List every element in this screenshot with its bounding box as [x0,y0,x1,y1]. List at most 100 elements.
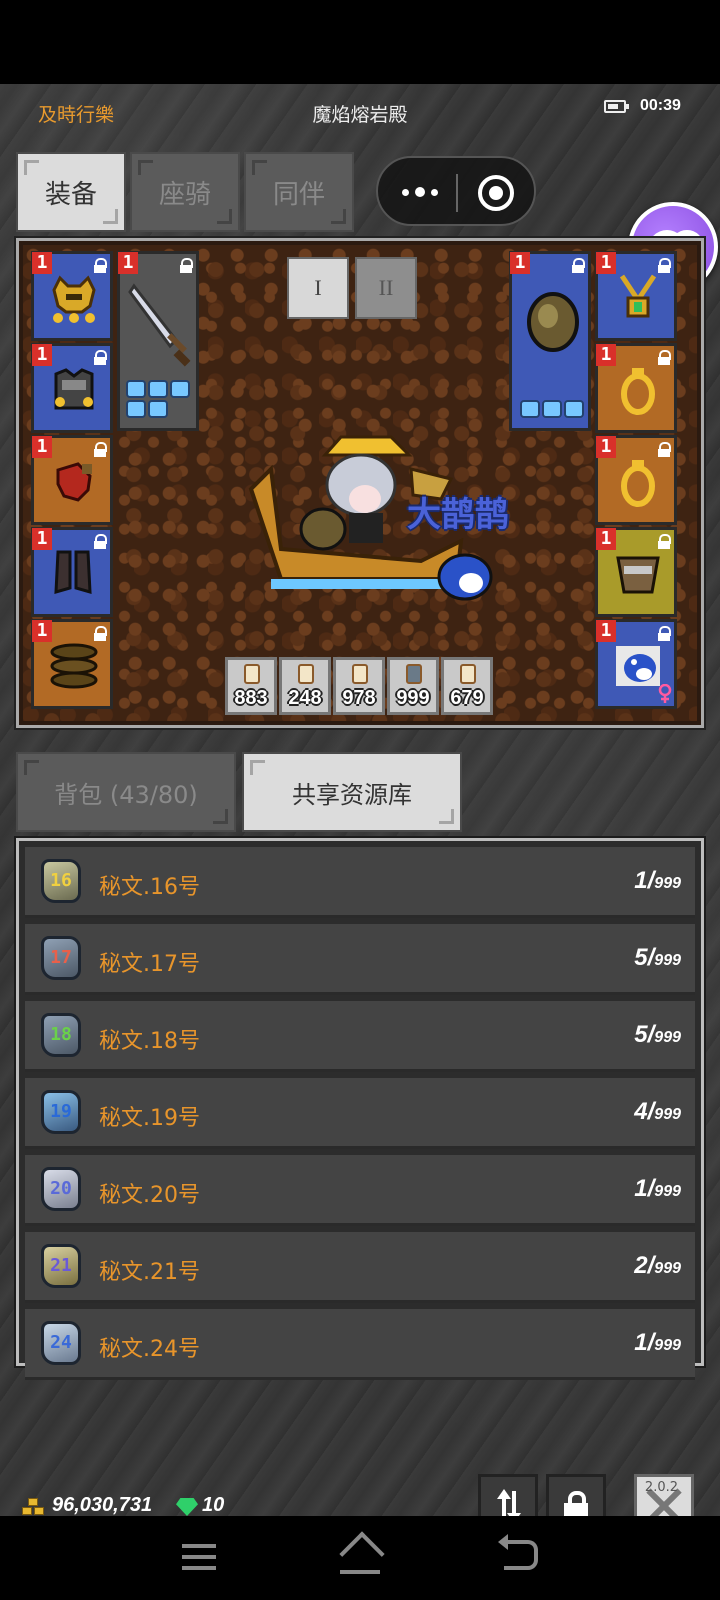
item-name: 秘文.17号 [99,952,200,977]
rune-stone-icon: 19 [41,1090,81,1134]
slot-armor[interactable]: 1 [31,343,113,433]
back-icon[interactable] [498,1534,538,1570]
potion-icon [244,664,260,684]
item-quantity: 5/999 [634,1021,681,1048]
title-row: 及時行樂 魔焰熔岩殿 00:39 [0,84,720,138]
potion-bar: 883 248 978 999 679 [225,657,493,715]
list-item[interactable]: 20 秘文.20号 1/999 [25,1155,695,1226]
game-screen: 及時行樂 魔焰熔岩殿 00:39 装备 座骑 同伴 1 1 1 1 1 1 I … [0,84,720,1538]
more-icon[interactable] [400,178,440,206]
level-badge: 1 [596,344,616,366]
potion-icon [460,664,476,684]
list-item[interactable]: 24 秘文.24号 1/999 [25,1309,695,1380]
rune-stone-icon: 20 [41,1167,81,1211]
list-item[interactable]: 19 秘文.19号 4/999 [25,1078,695,1149]
slot-gloves[interactable]: 1 [31,435,113,525]
gold-icon [22,1498,46,1518]
ring-icon [621,368,655,415]
menu-icon[interactable] [182,1544,216,1570]
item-name: 秘文.16号 [99,875,200,900]
item-quantity: 1/999 [634,1175,681,1202]
potion-slot[interactable]: 883 [225,657,277,715]
potion-count: 999 [396,687,430,709]
slot-boots[interactable]: 1 [31,527,113,617]
item-quantity: 5/999 [634,944,681,971]
lock-icon [94,350,107,365]
item-quantity: 1/999 [634,867,681,894]
potion-slot[interactable]: 679 [441,657,493,715]
potion-count: 883 [234,687,268,709]
level-badge: 1 [32,436,52,458]
rune-stone-icon: 16 [41,859,81,903]
potion-icon [352,664,368,684]
boots-icon [54,550,92,595]
level-badge: 1 [118,252,138,274]
slot-belt[interactable]: 1 [31,619,113,709]
list-item[interactable]: 21 秘文.21号 2/999 [25,1232,695,1303]
rune-stone-icon: 21 [41,1244,81,1288]
lock-icon [94,534,107,549]
slot-necklace[interactable]: 1 [595,251,677,341]
belt-icon [50,643,98,689]
level-badge: 1 [32,528,52,550]
socket-gems [126,380,196,418]
tab-companion[interactable]: 同伴 [244,152,354,232]
version-label: 2.0.2 [644,1480,678,1495]
list-item[interactable]: 17 秘文.17号 5/999 [25,924,695,995]
slot-helmet[interactable]: 1 [31,251,113,341]
item-name: 秘文.21号 [99,1260,200,1285]
ring-icon [621,460,655,507]
list-item[interactable]: 18 秘文.18号 5/999 [25,1001,695,1072]
capsule-divider [456,174,458,212]
armor-icon [54,368,94,410]
helmet-icon [52,275,96,323]
lock-icon [94,626,107,641]
item-name: 秘文.20号 [99,1183,200,1208]
slot-weapon[interactable]: 1 [117,251,199,431]
lock-icon [658,350,671,365]
tab-mount[interactable]: 座骑 [130,152,240,232]
miniprogram-capsule [376,156,536,226]
slot-pet[interactable]: 1 [595,619,677,709]
potion-slot[interactable]: 248 [279,657,331,715]
tab-shared-storage[interactable]: 共享资源库 [242,752,462,832]
female-icon [658,684,672,703]
penguin-pet-icon [616,646,660,686]
status-bar [0,0,720,84]
close-miniprogram-icon[interactable] [478,175,514,211]
level-badge: 1 [510,252,530,274]
potion-slot[interactable]: 999 [387,657,439,715]
list-item[interactable]: 16 秘文.16号 1/999 [25,847,695,918]
system-nav-bar [0,1516,720,1600]
lock-icon [658,626,671,641]
level-badge: 1 [596,620,616,642]
lock-icon [658,258,671,273]
tab-backpack[interactable]: 背包 (43/80) [16,752,236,832]
tab-equipment[interactable]: 装备 [16,152,126,232]
lock-icon [180,258,193,273]
slot-bracer[interactable]: 1 [595,527,677,617]
slot-ring-1[interactable]: 1 [595,343,677,433]
item-quantity: 1/999 [634,1329,681,1356]
potion-icon [298,664,314,684]
potion-icon [406,664,422,684]
emerald-amount: 10 [202,1494,225,1516]
home-icon[interactable] [340,1538,380,1574]
shield-icon [527,292,579,352]
rune-stone-icon: 24 [41,1321,81,1365]
gold-amount: 96,030,731 [52,1494,153,1516]
equip-page-1-button[interactable]: I [287,257,349,319]
equipment-panel: 1 1 1 1 1 1 I II 1 1 1 1 1 1 大鹊鹊 883 248… [14,236,706,730]
potion-count: 248 [288,687,322,709]
lock-icon [572,258,585,273]
level-badge: 1 [596,436,616,458]
slot-ring-2[interactable]: 1 [595,435,677,525]
equip-page-2-button[interactable]: II [355,257,417,319]
clock: 00:39 [640,97,681,114]
item-name: 秘文.24号 [99,1337,200,1362]
bracer-icon [616,556,660,594]
slot-shield[interactable]: 1 [509,251,591,431]
level-badge: 1 [32,344,52,366]
item-list: 16 秘文.16号 1/999 17 秘文.17号 5/999 18 秘文.18… [14,836,706,1380]
potion-slot[interactable]: 978 [333,657,385,715]
